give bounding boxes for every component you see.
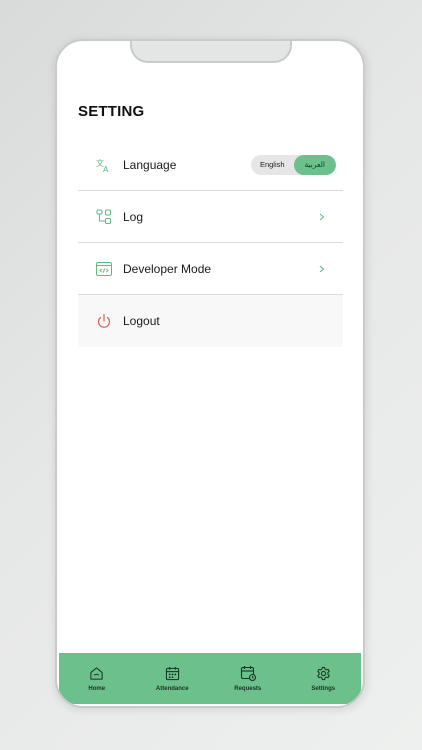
menu-item-label: Developer Mode xyxy=(123,261,212,276)
tab-label: Home xyxy=(88,686,106,692)
home-icon xyxy=(89,665,105,681)
tab-label: Requests xyxy=(234,686,262,692)
log-icon xyxy=(95,208,113,226)
menu-item-label: Language xyxy=(123,157,177,172)
chevron-right-icon xyxy=(317,264,327,274)
menu-item-log[interactable]: Log xyxy=(78,191,343,243)
tab-label: Settings xyxy=(311,686,336,692)
gear-icon xyxy=(315,665,331,681)
tab-settings[interactable]: Settings xyxy=(293,665,353,692)
calendar-request-icon xyxy=(240,665,256,681)
menu-item-logout[interactable]: Logout xyxy=(78,295,343,347)
menu-item-language[interactable]: 文 A Language English العربية xyxy=(78,139,343,191)
bottom-tab-bar: Home Attendance Requests Settings xyxy=(59,653,361,704)
language-option-english[interactable]: English xyxy=(251,155,294,175)
chevron-right-icon xyxy=(317,212,327,222)
tab-label: Attendance xyxy=(155,686,189,692)
svg-text:A: A xyxy=(103,165,109,173)
menu-item-label: Logout xyxy=(123,314,160,328)
language-option-arabic[interactable]: العربية xyxy=(293,154,336,175)
settings-menu: 文 A Language English العربية Log Develop… xyxy=(78,139,343,347)
device-notch xyxy=(130,41,292,63)
code-window-icon xyxy=(95,260,113,278)
translate-icon: 文 A xyxy=(95,156,113,174)
tab-home[interactable]: Home xyxy=(67,665,127,692)
tab-requests[interactable]: Requests xyxy=(218,665,278,692)
menu-item-developer-mode[interactable]: Developer Mode xyxy=(78,243,343,295)
page-title: SETTING xyxy=(78,103,145,120)
power-icon xyxy=(95,312,113,330)
phone-frame: SETTING 文 A Language English العربية Log… xyxy=(55,39,365,708)
menu-item-label: Log xyxy=(123,209,144,224)
calendar-icon xyxy=(164,665,180,681)
tab-attendance[interactable]: Attendance xyxy=(142,665,202,692)
language-toggle[interactable]: English العربية xyxy=(251,154,336,175)
